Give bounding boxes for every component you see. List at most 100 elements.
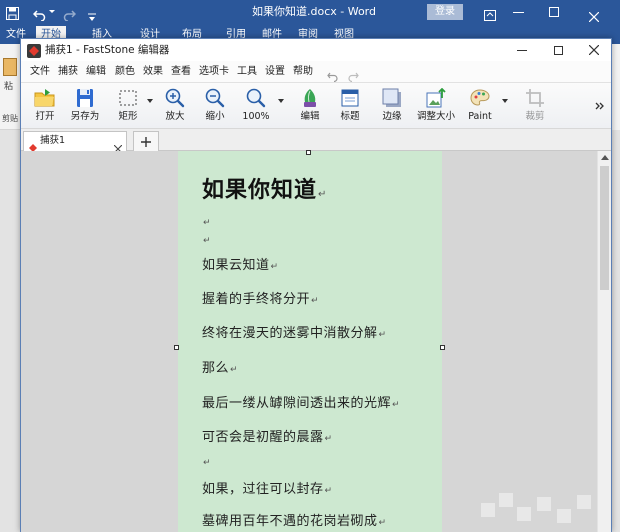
undo-dropdown-icon[interactable] (49, 10, 55, 13)
document-line: ↵ (202, 454, 211, 471)
minimize-icon[interactable] (513, 12, 524, 13)
captured-image[interactable]: 如果你知道↵ ↵ ↵ 如果云知道↵ 握着的手终将分开↵ 终将在漫天的迷雾中消散分… (178, 151, 442, 532)
faststone-menubar: 文件 捕获 编辑 颜色 效果 查看 选项卡 工具 设置 帮助 (21, 61, 611, 83)
menu-view[interactable]: 查看 (171, 66, 191, 78)
faststone-maximize-icon[interactable] (541, 39, 575, 61)
toolbar-overflow-icon[interactable] (595, 96, 605, 115)
ribbon-display-icon[interactable] (484, 6, 496, 25)
zoom-actual-icon (245, 88, 267, 108)
paste-icon[interactable] (3, 58, 17, 76)
zoom-actual-label: 100% (242, 111, 270, 122)
open-button[interactable]: 打开 (23, 83, 67, 129)
paint-button[interactable]: Paint (458, 83, 502, 129)
resize-handle-right[interactable] (440, 345, 445, 350)
document-line: 如果，过往可以封存↵ (202, 482, 332, 499)
document-line: ↵ (202, 214, 211, 231)
edit-icon (299, 88, 321, 108)
menu-help[interactable]: 帮助 (293, 66, 313, 78)
line-text: 握着的手终将分开 (202, 292, 311, 307)
zoom-actual-button[interactable]: 100% (234, 83, 278, 129)
crop-icon (524, 88, 546, 108)
zoom-in-button[interactable]: 放大 (153, 83, 197, 129)
zoom-out-button[interactable]: 缩小 (193, 83, 237, 129)
paint-dropdown-icon[interactable] (502, 99, 508, 103)
crop-button[interactable]: 裁剪 (513, 83, 557, 129)
paste-label[interactable]: 粘 (4, 82, 13, 93)
paint-icon (469, 88, 491, 108)
menu-effects[interactable]: 效果 (143, 66, 163, 78)
edit-button[interactable]: 编辑 (288, 83, 332, 129)
menu-file[interactable]: 文件 (30, 66, 50, 78)
word-ribbon-right (612, 44, 620, 130)
document-line: 最后一缕从罅隙间透出来的光辉↵ (202, 396, 400, 413)
document-line: 终将在漫天的迷雾中消散分解↵ (202, 326, 386, 343)
document-line: 可否会是初醒的晨露↵ (202, 430, 332, 447)
word-titlebar: 如果你知道.docx - Word 登录 (0, 0, 620, 24)
resize-label: 调整大小 (416, 111, 455, 122)
menu-colors[interactable]: 颜色 (115, 66, 135, 78)
paragraph-mark: ↵ (270, 262, 279, 272)
menu-settings[interactable]: 设置 (265, 66, 285, 78)
edit-label: 编辑 (300, 111, 320, 122)
paragraph-mark: ↵ (392, 400, 400, 410)
zoom-dropdown-icon[interactable] (278, 99, 284, 103)
clipboard-group-label: 剪贴 (2, 114, 18, 123)
paragraph-mark: ↵ (378, 330, 387, 340)
caption-button[interactable]: 标题 (328, 83, 372, 129)
zoom-in-label: 放大 (165, 111, 185, 122)
menu-edit[interactable]: 编辑 (86, 66, 106, 78)
scroll-thumb[interactable] (600, 166, 609, 290)
zoom-in-icon (164, 88, 186, 108)
faststone-close-icon[interactable] (577, 39, 611, 61)
save-as-icon (74, 88, 96, 108)
line-text: 最后一缕从罅隙间透出来的光辉 (202, 396, 392, 411)
vertical-scrollbar[interactable] (597, 151, 611, 532)
resize-icon (425, 87, 447, 108)
resize-handle-top[interactable] (306, 150, 311, 155)
resize-handle-left[interactable] (174, 345, 179, 350)
document-line: 那么↵ (202, 361, 238, 378)
rectangle-select-icon (117, 88, 139, 108)
document-line: ↵ (202, 232, 211, 249)
save-icon[interactable] (6, 5, 19, 24)
line-text: 如果云知道 (202, 258, 270, 273)
faststone-tab-row: 捕获1 (21, 129, 611, 154)
edge-button[interactable]: 边缘 (370, 83, 414, 129)
redo-icon[interactable] (62, 6, 77, 25)
document-line: 如果云知道↵ (202, 258, 278, 275)
paragraph-mark: ↵ (378, 518, 387, 528)
undo-icon[interactable] (32, 6, 47, 25)
line-text: 终将在漫天的迷雾中消散分解 (202, 326, 378, 341)
paragraph-mark: ↵ (324, 434, 333, 444)
save-as-button[interactable]: 另存为 (63, 83, 107, 129)
new-tab-button[interactable] (133, 131, 159, 151)
faststone-app-icon (27, 43, 41, 62)
document-heading: 如果你知道↵ (202, 178, 326, 208)
open-folder-icon (34, 88, 56, 108)
menu-tools[interactable]: 工具 (237, 66, 257, 78)
faststone-minimize-icon[interactable] (505, 39, 539, 61)
document-line: 握着的手终将分开↵ (202, 292, 319, 309)
paragraph-mark: ↵ (318, 189, 327, 200)
zoom-out-label: 缩小 (205, 111, 225, 122)
paragraph-mark: ↵ (203, 458, 211, 468)
scroll-up-icon[interactable] (601, 155, 609, 160)
paragraph-mark: ↵ (311, 296, 319, 306)
menu-tabs[interactable]: 选项卡 (199, 66, 229, 78)
edge-icon (381, 88, 403, 108)
rectangle-select-label: 矩形 (118, 111, 138, 122)
maximize-icon[interactable] (549, 7, 559, 17)
line-text: 如果，过往可以封存 (202, 482, 324, 497)
faststone-editor-window: 捕获1 - FastStone 编辑器 文件 捕获 编辑 颜色 效果 查看 选项… (20, 38, 612, 532)
tab-capture-1[interactable]: 捕获1 (23, 131, 127, 154)
word-window-title: 如果你知道.docx - Word (251, 5, 376, 18)
crop-label: 裁剪 (525, 111, 545, 122)
paragraph-mark: ↵ (203, 236, 211, 246)
login-button[interactable]: 登录 (427, 4, 463, 20)
menu-capture[interactable]: 捕获 (58, 66, 78, 78)
document-line: 墓碑用百年不遇的花岗岩砌成↵ (202, 514, 386, 531)
line-text: 那么 (202, 361, 230, 376)
open-label: 打开 (35, 111, 55, 122)
resize-button[interactable]: 调整大小 (411, 83, 461, 129)
rectangle-select-button[interactable]: 矩形 (106, 83, 150, 129)
